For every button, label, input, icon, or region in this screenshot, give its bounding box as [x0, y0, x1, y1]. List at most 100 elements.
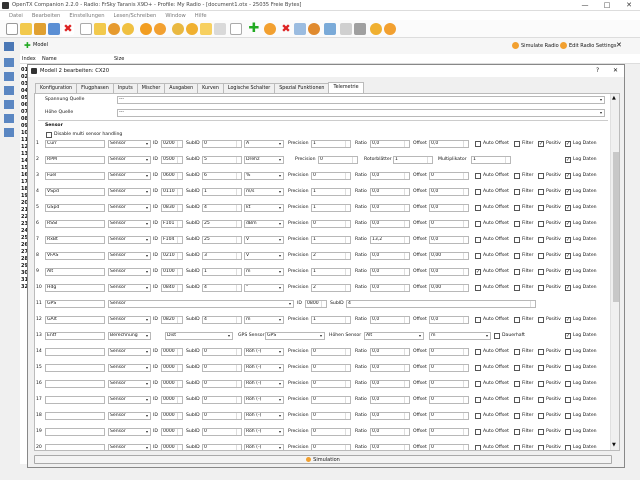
sensor-unit-select[interactable]: m — [429, 332, 491, 340]
panel-close-icon[interactable]: ✕ — [616, 41, 622, 49]
auto-offset-checkbox[interactable] — [475, 365, 481, 371]
sensor-unit-select[interactable]: Roh (-) — [244, 364, 284, 372]
simulate-radio-button[interactable]: Simulate Radio — [521, 43, 559, 49]
sensor-unit-select[interactable]: dBm — [244, 220, 284, 228]
log-checkbox[interactable] — [565, 413, 571, 419]
sensor-ratio-input[interactable]: 0,0 — [370, 140, 410, 148]
scroll-down-icon[interactable]: ▼ — [612, 442, 616, 448]
sensor-type-select[interactable]: Sensor — [108, 236, 151, 244]
open-folder-icon[interactable] — [20, 23, 32, 35]
sensor-offset-input[interactable]: 0,00 — [429, 252, 469, 260]
sensor-offset-input[interactable]: 0,0 — [429, 188, 469, 196]
sensor-type-select[interactable]: Sensor — [108, 268, 151, 276]
close-button[interactable]: ✕ — [618, 0, 640, 11]
tab-kurven[interactable]: Kurven — [197, 83, 224, 93]
copy-icon[interactable] — [264, 23, 276, 35]
sensor-offset-input[interactable]: 0 — [429, 172, 469, 180]
log-checkbox[interactable] — [565, 349, 571, 355]
sensor-subid-input[interactable]: 25 — [202, 220, 242, 228]
vertical-scrollbar[interactable]: ▲ ▼ — [610, 94, 619, 450]
sensor-ratio-input[interactable]: 0,0 — [370, 204, 410, 212]
sensor-id-input[interactable]: 0000 — [161, 444, 183, 450]
filter-checkbox[interactable] — [514, 285, 520, 291]
sensor-subid-input[interactable]: 0 — [202, 348, 242, 356]
sensor-subid-input[interactable]: 0 — [202, 380, 242, 388]
positiv-checkbox[interactable] — [538, 445, 544, 450]
filter-checkbox[interactable] — [514, 445, 520, 450]
sensor-offset-input[interactable]: 0,00 — [429, 284, 469, 292]
sensor-unit-select[interactable]: ° — [244, 284, 284, 292]
sensor-name-input[interactable] — [45, 380, 105, 388]
model-icon[interactable] — [4, 86, 14, 95]
sensor-offset-input[interactable]: 0 — [429, 220, 469, 228]
sensor-subid-input[interactable]: 3 — [202, 252, 242, 260]
auto-offset-checkbox[interactable] — [475, 445, 481, 450]
model-icon[interactable] — [4, 128, 14, 137]
positiv-checkbox[interactable] — [538, 253, 544, 259]
positiv-checkbox[interactable] — [538, 429, 544, 435]
sensor-ratio-input[interactable]: 0,0 — [370, 380, 410, 388]
print-icon[interactable] — [230, 23, 242, 35]
sensor-ratio-input[interactable]: 0,0 — [370, 220, 410, 228]
sensor-ratio-input[interactable]: 0,0 — [370, 364, 410, 372]
sensor-unit-select[interactable]: Roh (-) — [244, 380, 284, 388]
log-checkbox[interactable] — [565, 429, 571, 435]
sensor-unit-select[interactable]: Roh (-) — [244, 428, 284, 436]
sensor-name-input[interactable]: Entf — [45, 332, 105, 340]
sensor-unit-select[interactable]: Drehz — [244, 156, 284, 164]
sensor-precision-input[interactable]: 1 — [311, 204, 351, 212]
dialog-close-button[interactable]: ✕ — [613, 67, 618, 74]
hoehen-sensor-select[interactable]: Alt — [364, 332, 424, 340]
sensor-unit-select[interactable]: kt — [244, 204, 284, 212]
sensor-precision-input[interactable]: 1 — [311, 188, 351, 196]
edit-radio-settings-icon[interactable] — [560, 42, 567, 49]
rotorblaetter-input[interactable]: 1 — [393, 156, 433, 164]
sensor-ratio-input[interactable]: 0,0 — [370, 172, 410, 180]
sensor-precision-input[interactable]: 1 — [311, 316, 351, 324]
log-checkbox[interactable]: ✓ — [565, 173, 571, 179]
filter-checkbox[interactable] — [514, 237, 520, 243]
sensor-type-select[interactable]: Sensor — [108, 188, 151, 196]
fw-icon[interactable] — [308, 23, 320, 35]
sensor-name-input[interactable] — [45, 428, 105, 436]
sensor-id-input[interactable]: 0000 — [161, 412, 183, 420]
sensor-name-input[interactable]: RPM — [45, 156, 105, 164]
sensor-offset-input[interactable]: 0,0 — [429, 204, 469, 212]
sensor-unit-select[interactable]: Roh (-) — [244, 412, 284, 420]
gps-sensor-select[interactable]: GPS — [265, 332, 325, 340]
menu-einstellungen[interactable]: Einstellungen — [69, 13, 104, 19]
backup-icon[interactable] — [200, 23, 212, 35]
minimize-button[interactable]: — — [574, 0, 596, 11]
sensor-name-input[interactable] — [45, 444, 105, 450]
menu-lesen-schreiben[interactable]: Lesen/Schreiben — [114, 13, 157, 19]
sensor-id-input[interactable]: 0820 — [161, 316, 183, 324]
sensor-type-select[interactable]: Sensor — [108, 204, 151, 212]
add-model-icon[interactable]: ✚ — [24, 42, 31, 50]
checklist-icon[interactable] — [340, 23, 352, 35]
sensor-precision-input[interactable]: 0 — [311, 220, 351, 228]
model-icon[interactable] — [4, 72, 14, 81]
doc-icon[interactable] — [80, 23, 92, 35]
filter-checkbox[interactable] — [514, 205, 520, 211]
filter-checkbox[interactable] — [514, 221, 520, 227]
filter-checkbox[interactable] — [514, 173, 520, 179]
sensor-id-input[interactable]: 0110 — [161, 188, 183, 196]
simulate-radio-icon[interactable] — [512, 42, 519, 49]
sensor-type-select[interactable]: Berechnung — [108, 332, 151, 340]
sensor-ratio-input[interactable]: 0,0 — [370, 268, 410, 276]
sensor-name-input[interactable]: GPS — [45, 300, 105, 308]
sensor-unit-select[interactable]: m — [244, 316, 284, 324]
filter-checkbox[interactable] — [514, 349, 520, 355]
sensor-id-input[interactable]: 0000 — [161, 348, 183, 356]
log-checkbox[interactable]: ✓ — [565, 237, 571, 243]
sensor-unit-select[interactable]: Roh (-) — [244, 444, 284, 450]
recent-icon[interactable] — [34, 23, 46, 35]
sensor-name-input[interactable]: Alt — [45, 268, 105, 276]
sensor-unit-select[interactable]: V — [244, 252, 284, 260]
sensor-subid-input[interactable]: 0 — [202, 364, 242, 372]
radio-read-icon[interactable] — [172, 23, 184, 35]
sensor-type-select[interactable]: Sensor — [108, 316, 151, 324]
sensor-offset-input[interactable]: 0 — [429, 396, 469, 404]
sensor-name-input[interactable]: VFAS — [45, 252, 105, 260]
sensor-precision-input[interactable]: 2 — [311, 284, 351, 292]
